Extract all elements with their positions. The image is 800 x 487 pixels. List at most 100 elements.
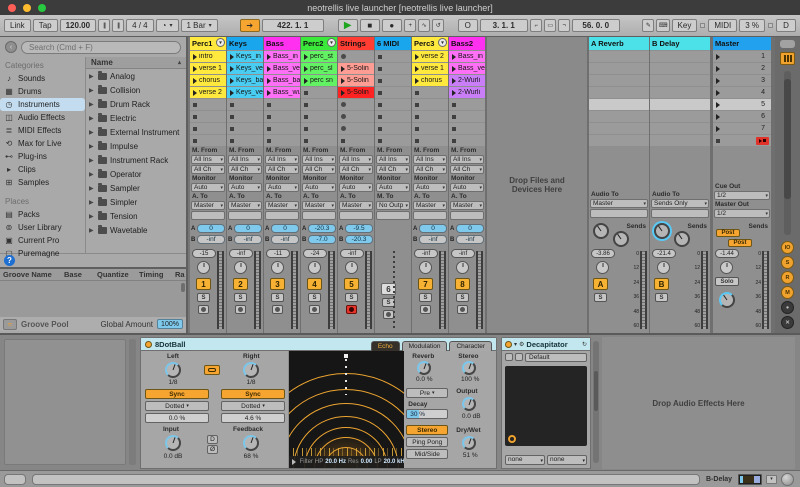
send-b-value[interactable]: -20.3 [345, 235, 373, 244]
echo-node-handles[interactable] [345, 359, 347, 395]
clip-slot[interactable]: perc sn [301, 75, 337, 86]
return-volume-display[interactable]: -21.4 [652, 249, 676, 258]
loop-start-display[interactable]: 3. 1. 1 [480, 19, 528, 32]
track-header[interactable]: Bass [264, 37, 300, 50]
clip-slot-empty[interactable] [449, 99, 485, 110]
stop-slot-icon[interactable] [267, 103, 271, 107]
automation-arm-button[interactable]: ∿ [418, 19, 430, 32]
mixer-overview-icon[interactable] [780, 52, 795, 65]
clip-slot[interactable]: verse 2 [412, 51, 448, 62]
solo-button[interactable]: S [197, 293, 210, 302]
send-b-value[interactable]: -inf [419, 235, 447, 244]
hp-freq-value[interactable]: 20.0 Hz [325, 459, 346, 465]
arm-button[interactable] [457, 305, 468, 314]
io-output-select[interactable]: Master [302, 201, 336, 210]
plugin-knob-icon[interactable] [508, 435, 516, 443]
groove-column-header[interactable]: Timing [136, 270, 172, 279]
stop-slot-icon[interactable] [378, 91, 382, 95]
volume-display[interactable]: -inf [451, 249, 475, 258]
clip-slot[interactable]: verse 2 [190, 87, 226, 98]
browser-list-item[interactable]: ▶Drum Rack [86, 97, 186, 111]
groove-column-header[interactable]: Ra [172, 270, 186, 279]
global-amount-value[interactable]: 100% [157, 319, 183, 329]
preset-save-icon[interactable] [515, 353, 523, 361]
send-a-value[interactable]: 0 [456, 224, 484, 233]
stop-slot-icon[interactable] [230, 103, 234, 107]
track-header[interactable]: Bass2 [449, 37, 485, 50]
computer-midi-keyboard-button[interactable]: ⌨ [656, 19, 670, 32]
scene-row[interactable]: 6 [713, 111, 771, 122]
stop-slot-icon[interactable] [304, 103, 308, 107]
unfold-icon[interactable]: ▾ [514, 341, 517, 348]
browser-collapse-icon[interactable]: ‹ [5, 41, 17, 53]
stop-slot-icon[interactable] [193, 127, 197, 131]
clip-play-icon[interactable] [341, 90, 345, 96]
right-delay-time[interactable]: 1/8 [237, 379, 265, 386]
clip-slot-armed[interactable] [338, 51, 374, 62]
clip-play-icon[interactable] [415, 54, 419, 60]
arm-button[interactable] [420, 305, 431, 314]
master-track-header[interactable]: Master [713, 37, 771, 50]
left-sync-button[interactable]: Sync [145, 389, 209, 399]
clip-slot-empty[interactable] [412, 87, 448, 98]
pan-knob[interactable] [197, 261, 210, 274]
pan-knob[interactable] [234, 261, 247, 274]
reverb-position-select[interactable]: Pre [406, 388, 448, 398]
track-fold-icon[interactable]: ▾ [438, 38, 447, 47]
link-button[interactable]: Link [4, 19, 31, 32]
clip-slot-empty[interactable] [301, 87, 337, 98]
right-sync-button[interactable]: Sync [221, 389, 285, 399]
clip-play-icon[interactable] [193, 66, 197, 72]
clip-play-icon[interactable] [452, 66, 456, 72]
track-fold-icon[interactable]: ▾ [327, 38, 336, 47]
search-input[interactable]: Search (Cmd + F) [21, 41, 181, 54]
clip-slot-empty[interactable] [227, 99, 263, 110]
lp-freq-value[interactable]: 20.0 kHz [384, 459, 405, 465]
draw-mode-button[interactable]: ✎ [642, 19, 654, 32]
cue-out-select[interactable]: 1/2 [714, 191, 770, 200]
stop-slot-icon[interactable] [230, 127, 234, 131]
stop-slot-icon[interactable] [452, 115, 456, 119]
io-channel-select[interactable]: All Ch [265, 165, 299, 174]
stop-slot-icon[interactable] [716, 139, 720, 143]
echo-tunnel-visualization[interactable]: Filter HP 20.0 Hz Res 0.00 LP 20.0 kHz R… [289, 351, 405, 468]
clip-play-icon[interactable] [193, 78, 197, 84]
show-sends-toggle[interactable]: S [781, 256, 794, 269]
track-activator-button[interactable]: 4 [307, 278, 322, 290]
feedback-value[interactable]: 68 % [235, 453, 267, 460]
track-activator-button[interactable]: 7 [418, 278, 433, 290]
track-header[interactable]: Perc3▾ [412, 37, 448, 50]
nudge-down-button[interactable]: ||| [98, 19, 110, 32]
clip-slot-empty[interactable] [264, 123, 300, 134]
clip-slot-empty[interactable] [449, 135, 485, 146]
left-offset-value[interactable]: 0.0 % [145, 413, 209, 423]
clip-slot-armed[interactable] [338, 111, 374, 122]
scene-play-icon[interactable] [716, 66, 720, 72]
expand-arrow-icon[interactable]: ▶ [89, 87, 95, 94]
right-sync-mode-select[interactable]: Dotted [221, 401, 285, 411]
record-slot-icon[interactable] [341, 54, 346, 59]
expand-arrow-icon[interactable]: ▶ [89, 171, 95, 178]
session-record-button[interactable]: O [458, 19, 478, 32]
hp-res-value[interactable]: 0.00 [361, 459, 373, 465]
left-delay-time[interactable]: 1/8 [159, 379, 187, 386]
scene-play-icon[interactable] [716, 126, 720, 132]
record-slot-icon[interactable] [341, 102, 346, 107]
arrangement-position-display[interactable]: 422. 1. 1 [262, 19, 324, 32]
clip-slot-empty[interactable] [412, 135, 448, 146]
clip-slot[interactable]: Keys_ve [227, 87, 263, 98]
scene-row[interactable]: 4 [713, 87, 771, 98]
clip-slot[interactable]: perc_sl [301, 63, 337, 74]
clip-slot-empty[interactable] [375, 63, 411, 74]
master-solo-cue-button[interactable]: Solo [715, 277, 739, 286]
volume-display[interactable]: -inf [340, 249, 364, 258]
stop-slot-icon[interactable] [452, 139, 456, 143]
clip-play-icon[interactable] [267, 66, 271, 72]
pan-knob[interactable] [456, 261, 469, 274]
io-monitor-select[interactable]: Auto [376, 183, 410, 192]
clip-slot[interactable]: Keys_in [227, 51, 263, 62]
browser-list-item[interactable]: ▶Simpler [86, 195, 186, 209]
return-solo-button[interactable]: S [655, 293, 668, 302]
loop-button[interactable]: ▭ [544, 19, 556, 32]
io-channel-select[interactable]: All Ch [228, 165, 262, 174]
